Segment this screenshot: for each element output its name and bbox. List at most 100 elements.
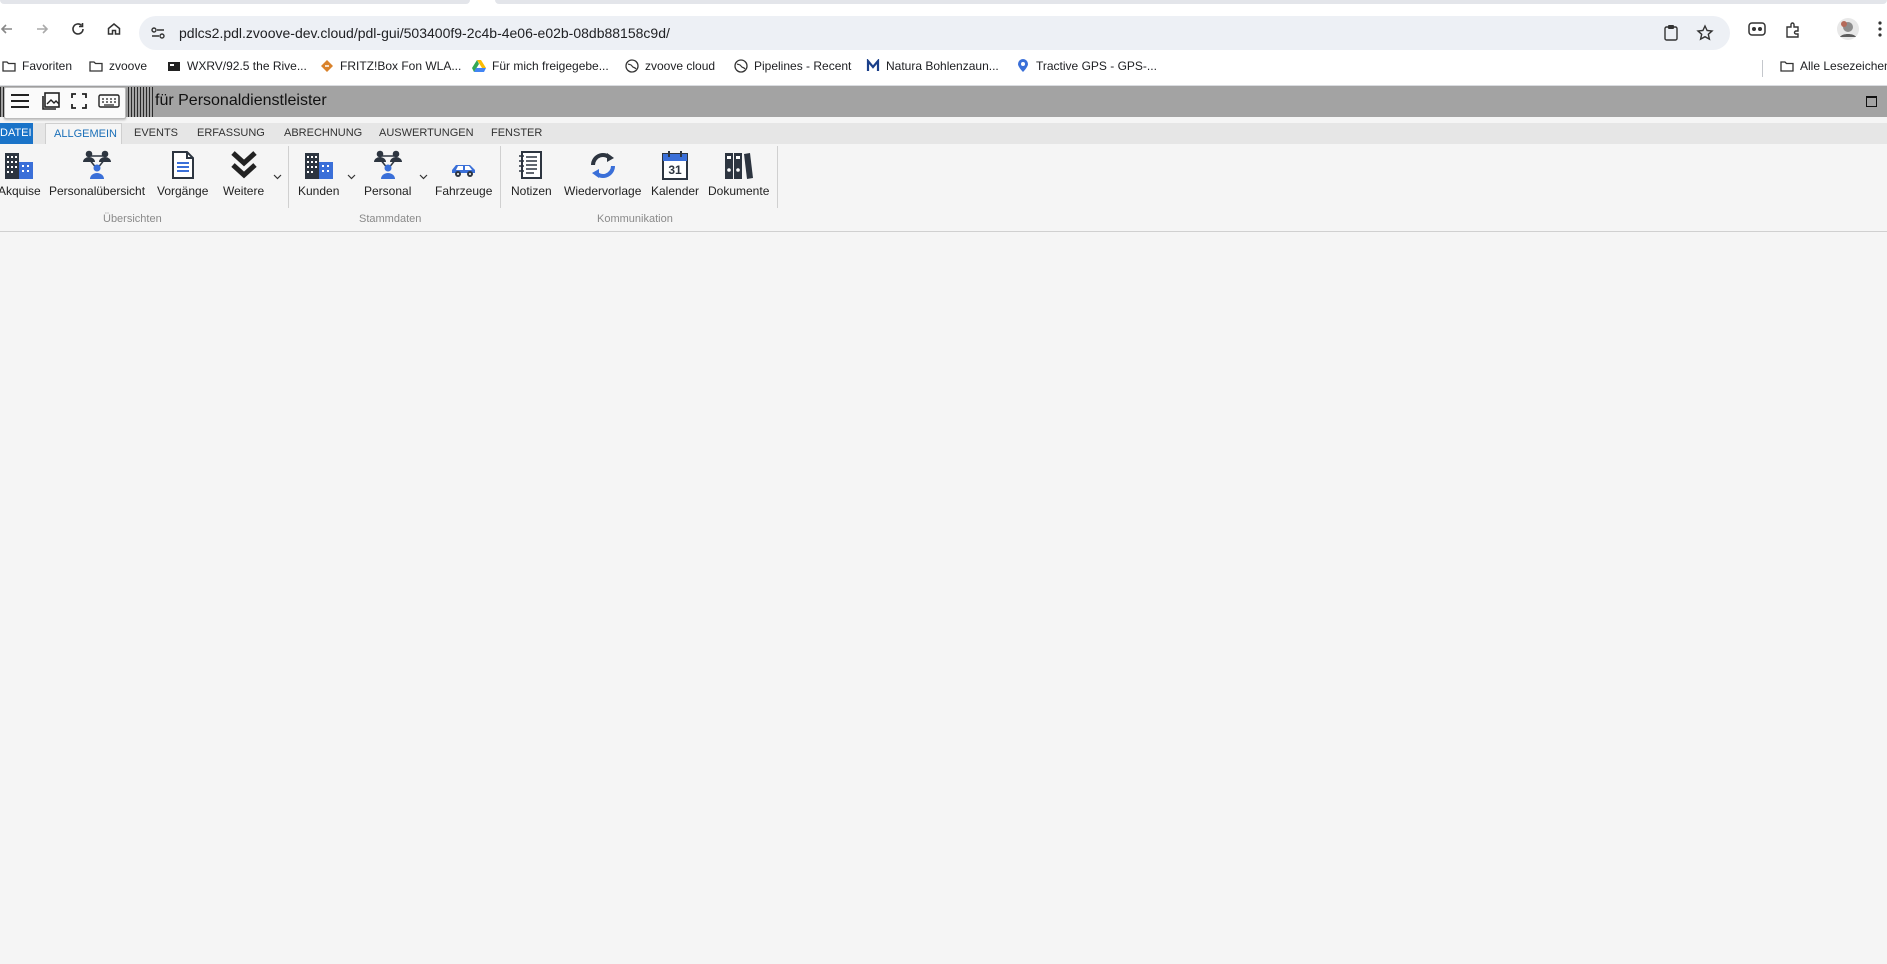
home-icon[interactable] [101,16,127,42]
site-settings-icon[interactable] [149,24,167,47]
car-icon [449,150,479,180]
vorgaenge-label: Vorgänge [157,184,209,198]
browser-toolbar: pdlcs2.pdl.zvoove-dev.cloud/pdl-gui/5034… [0,5,1887,51]
address-bar[interactable]: pdlcs2.pdl.zvoove-dev.cloud/pdl-gui/5034… [139,16,1730,50]
calendar-day: 31 [668,163,682,177]
personaluebersicht-button[interactable]: Personalübersicht [49,150,145,198]
url-text[interactable]: pdlcs2.pdl.zvoove-dev.cloud/pdl-gui/5034… [179,25,670,41]
tab-fenster[interactable]: FENSTER [485,123,548,144]
bookmark-favoriten[interactable]: Favoriten [2,59,72,73]
people-network-icon [372,150,404,180]
notizen-button[interactable]: Notizen [511,150,552,198]
reload-icon[interactable] [65,16,91,42]
folder-icon [1780,61,1794,72]
bookmark-star-icon[interactable] [1696,24,1714,47]
ribbon: Akquise Personalübersicht Vorgänge Weite… [0,144,1887,232]
calendar-icon: 31 [662,150,689,180]
building-icon [3,150,35,180]
bookmark-wxrv[interactable]: WXRV/92.5 the Rive... [167,59,307,73]
drag-handle[interactable] [128,87,154,117]
globe-icon [625,59,639,73]
kunden-button[interactable]: Kunden [298,150,339,198]
group-separator [288,146,289,208]
pin-icon [1018,59,1028,72]
keyboard-icon[interactable] [98,93,120,113]
kunden-label: Kunden [298,184,340,198]
tab-erfassung[interactable]: ERFASSUNG [191,123,271,144]
group-uebersichten: Übersichten [103,213,162,225]
chevron-down-icon[interactable] [419,172,428,183]
folder-icon [89,61,103,72]
tab-allgemein[interactable]: ALLGEMEIN [45,123,122,144]
remote-toolbar [4,87,126,119]
wiedervorlage-button[interactable]: Wiedervorlage [564,150,641,198]
bookmark-label: Alle Lesezeichen [1800,59,1887,73]
bookmark-label: zvoove [109,59,148,73]
bookmark-zvoove-cloud[interactable]: zvoove cloud [625,59,715,73]
image-icon[interactable] [41,91,61,116]
akquise-button[interactable]: Akquise [0,150,41,198]
bookmark-natura[interactable]: Natura Bohlenzaun... [866,59,999,73]
tab-datei[interactable]: DATEI [0,123,33,144]
incognito-icon[interactable] [1748,21,1766,42]
bookmark-label: Für mich freigegebe... [492,59,609,73]
app-title-bar: für Personaldienstleister [0,86,1887,117]
dokumente-label: Dokumente [708,184,770,198]
bookmarks-divider [1762,60,1763,77]
menu-bar: DATEI ALLGEMEIN EVENTS ERFASSUNG ABRECHN… [0,123,1887,144]
recycle-arrows-icon [587,150,619,180]
bookmark-fritzbox[interactable]: FRITZ!Box Fon WLA... [320,59,461,73]
personal-label: Personal [364,184,412,198]
weitere-button[interactable]: Weitere [223,150,264,198]
chevron-down-icon[interactable] [347,172,356,183]
hamburger-menu-icon[interactable] [10,93,30,114]
building-icon [303,150,335,180]
bookmark-freigegeben[interactable]: Für mich freigegebe... [472,59,609,73]
dokumente-button[interactable]: Dokumente [708,150,769,198]
radio-icon [168,62,180,71]
fahrzeuge-button[interactable]: Fahrzeuge [435,150,492,198]
back-icon[interactable] [0,16,20,42]
akquise-label: Akquise [0,184,41,198]
group-stammdaten: Stammdaten [359,213,422,225]
maximize-icon[interactable] [1866,96,1877,107]
avatar[interactable] [1836,17,1860,46]
personal-button[interactable]: Personal [364,150,411,198]
tab-events[interactable]: EVENTS [128,123,184,144]
group-separator [777,146,778,208]
more-menu-icon[interactable] [1877,21,1883,42]
kalender-label: Kalender [651,184,700,198]
bookmark-label: zvoove cloud [645,59,716,73]
fahrzeuge-label: Fahrzeuge [435,184,493,198]
bookmark-all[interactable]: Alle Lesezeichen [1780,59,1887,73]
double-chevron-down-icon [230,150,258,180]
extensions-icon[interactable] [1784,21,1802,44]
document-list-icon [170,150,196,180]
group-kommunikation: Kommunikation [597,213,673,225]
clipboard-icon[interactable] [1663,24,1679,47]
fritz-icon [321,60,333,72]
notepad-icon [518,150,544,180]
bookmarks-bar: Favoriten zvoove WXRV/92.5 the Rive... F… [0,51,1887,86]
chevron-down-icon[interactable] [273,172,282,183]
tab-abrechnung[interactable]: ABRECHNUNG [278,123,368,144]
bookmark-zvoove[interactable]: zvoove [89,59,147,73]
bookmark-tractive[interactable]: Tractive GPS - GPS-... [1016,59,1157,73]
tab-auswertungen[interactable]: AUSWERTUNGEN [373,123,480,144]
fullscreen-icon[interactable] [71,92,88,114]
kalender-button[interactable]: 31 Kalender [651,150,699,198]
group-separator [500,146,501,208]
bookmark-pipelines[interactable]: Pipelines - Recent [734,59,851,73]
people-network-icon [81,150,113,180]
notizen-label: Notizen [511,184,552,198]
app-title: für Personaldienstleister [155,92,327,109]
bookmark-label: Favoriten [22,59,73,73]
workspace-area[interactable] [0,232,1887,964]
bookmark-label: WXRV/92.5 the Rive... [187,59,307,73]
bookmark-label: Tractive GPS - GPS-... [1036,59,1157,73]
vorgaenge-button[interactable]: Vorgänge [157,150,208,198]
forward-icon[interactable] [29,16,55,42]
personaluebersicht-label: Personalübersicht [49,184,146,198]
wiedervorlage-label: Wiedervorlage [564,184,642,198]
folder-icon [2,61,16,72]
